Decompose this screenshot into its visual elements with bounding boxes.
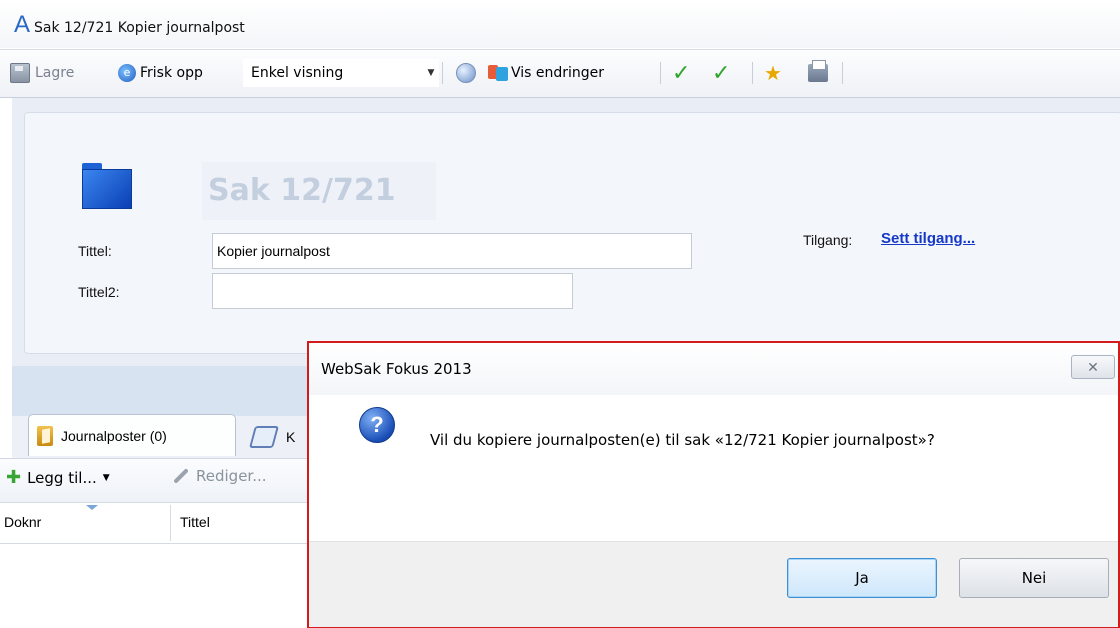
refresh-button[interactable]: e Frisk opp — [118, 61, 203, 85]
check-icon: ✓ — [672, 60, 691, 86]
yes-button[interactable]: Ja — [787, 558, 937, 598]
dialog-title: WebSak Fokus 2013 — [321, 360, 472, 378]
grid-header: Doknr Tittel — [0, 502, 312, 544]
add-button[interactable]: ✚ Legg til... ▼ — [6, 467, 110, 488]
show-changes-label: Vis endringer — [511, 65, 605, 81]
title-label: Tittel: — [78, 243, 112, 259]
main-toolbar: Lagre e Frisk opp Vis endringer ✓ ✓ ★ — [0, 49, 1120, 98]
tab-journal-entries[interactable]: Journalposter (0) — [28, 414, 236, 456]
sort-arrow-icon — [86, 505, 98, 510]
star-icon: ★ — [764, 61, 782, 85]
toolbar-divider — [442, 62, 443, 84]
case-title: Sak 12/721 — [202, 162, 436, 220]
toolbar-divider — [660, 62, 661, 84]
chevron-down-icon: ▼ — [427, 68, 435, 78]
approve-button[interactable]: ✓ — [672, 60, 691, 86]
confirm-dialog: WebSak Fokus 2013 ✕ ? Vil du kopiere jou… — [307, 341, 1120, 628]
dialog-close-button[interactable]: ✕ — [1071, 355, 1115, 379]
chevron-down-icon: ▼ — [102, 472, 110, 483]
close-icon: ✕ — [1087, 360, 1099, 376]
tab-journal-label: Journalposter (0) — [61, 427, 167, 444]
dialog-message: Vil du kopiere journalposten(e) til sak … — [430, 431, 935, 449]
globe-icon — [456, 63, 476, 83]
question-icon: ? — [359, 407, 395, 443]
set-access-link[interactable]: Sett tilgang... — [881, 230, 975, 247]
view-mode-select[interactable]: Enkel visning ▼ — [243, 59, 439, 87]
journal-toolbar: ✚ Legg til... ▼ Rediger... — [0, 458, 312, 503]
tab-second-label: K — [286, 429, 296, 445]
view-mode-value: Enkel visning — [251, 65, 344, 81]
print-button[interactable] — [808, 60, 828, 85]
globe-button[interactable] — [456, 61, 476, 85]
window-title: Sak 12/721 Kopier journalpost — [34, 20, 245, 36]
access-label: Tilgang: — [803, 232, 853, 248]
save-icon — [10, 63, 30, 83]
title2-label: Tittel2: — [78, 284, 120, 300]
refresh-label: Frisk opp — [140, 65, 203, 81]
journal-icon — [37, 425, 53, 446]
column-header-title[interactable]: Tittel — [180, 514, 210, 530]
app-logo-icon: A — [13, 11, 30, 38]
refresh-icon: e — [118, 64, 136, 82]
dialog-titlebar: WebSak Fokus 2013 ✕ — [309, 343, 1118, 395]
title-field[interactable]: Kopier journalpost — [212, 233, 692, 269]
toolbar-divider — [842, 62, 843, 84]
save-label: Lagre — [35, 65, 75, 81]
edit-button[interactable]: Rediger... — [172, 467, 267, 485]
document-icon — [249, 426, 279, 448]
window-titlebar: A Sak 12/721 Kopier journalpost — [0, 0, 1120, 48]
column-header-doknr[interactable]: Doknr — [4, 514, 41, 530]
diff-icon — [488, 63, 508, 83]
show-changes-button[interactable]: Vis endringer — [488, 61, 604, 85]
tab-second[interactable]: K — [249, 420, 312, 454]
add-label: Legg til... — [27, 468, 97, 487]
toolbar-divider — [752, 62, 753, 84]
column-divider — [170, 505, 171, 541]
save-button[interactable]: Lagre — [10, 61, 74, 85]
folder-icon — [82, 163, 132, 209]
pencil-icon — [173, 468, 189, 484]
check-icon: ✓ — [712, 60, 731, 86]
edit-label: Rediger... — [196, 467, 267, 485]
print-icon — [808, 60, 828, 82]
favorite-button[interactable]: ★ — [764, 61, 782, 85]
approve-all-button[interactable]: ✓ — [712, 60, 731, 86]
plus-icon: ✚ — [6, 467, 22, 488]
no-button[interactable]: Nei — [959, 558, 1109, 598]
title2-field[interactable] — [212, 273, 573, 309]
